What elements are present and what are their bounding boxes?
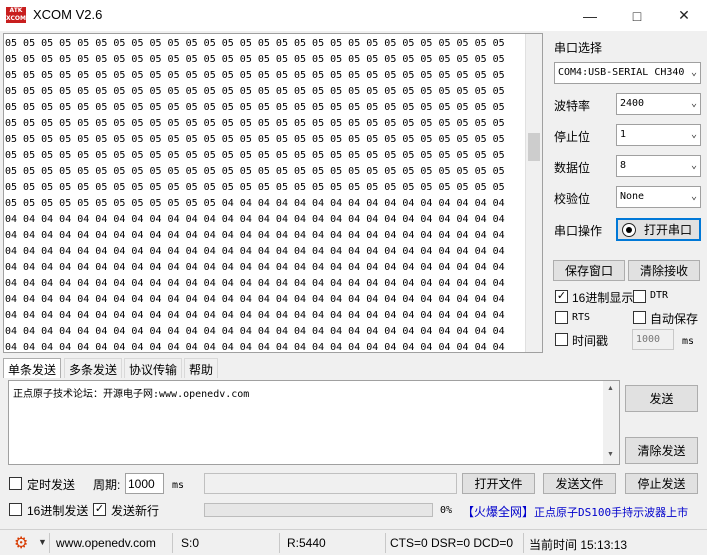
send-newline-label: 发送新行 <box>111 504 160 518</box>
chevron-down-icon: ⌄ <box>690 67 697 78</box>
timestamp-input[interactable]: 1000 <box>632 329 674 350</box>
timed-send-checkbox[interactable] <box>9 477 22 490</box>
scroll-down-icon[interactable]: ▼ <box>607 451 614 458</box>
receive-text: 05 05 05 05 05 05 05 05 05 05 05 05 05 0… <box>5 38 505 353</box>
chevron-down-icon: ⌄ <box>690 129 697 140</box>
open-port-button[interactable]: 打开串口 <box>616 218 701 241</box>
file-path-field[interactable] <box>204 473 457 494</box>
timed-send-label: 定时发送 <box>27 478 76 492</box>
parity-label: 校验位 <box>554 192 591 206</box>
title-bar: ATK XCOM XCOM V2.6 — □ ✕ <box>0 0 707 31</box>
received-count: R:5440 <box>287 536 326 550</box>
clear-send-button[interactable]: 清除发送 <box>625 437 698 464</box>
receive-scroll-thumb[interactable] <box>528 133 540 161</box>
send-text: 正点原子技术论坛：开源电子网:www.openedv.com <box>13 389 250 400</box>
stopbit-label: 停止位 <box>554 130 591 144</box>
send-button[interactable]: 发送 <box>625 385 698 412</box>
period-input[interactable]: 1000 <box>125 473 164 494</box>
chevron-down-icon[interactable]: ▼ <box>38 537 47 547</box>
chevron-down-icon: ⌄ <box>690 98 697 109</box>
hex-display-label: 16进制显示 <box>572 291 634 305</box>
send-newline-checkbox[interactable]: ✓ <box>93 503 106 516</box>
op-label: 串口操作 <box>554 224 603 238</box>
hex-send-label: 16进制发送 <box>27 504 89 518</box>
minimize-button[interactable]: — <box>567 0 613 31</box>
line-status: CTS=0 DSR=0 DCD=0 <box>390 536 514 550</box>
status-bar: ⚙ ▼ www.openedv.com S:0 R:5440 CTS=0 DSR… <box>0 529 707 555</box>
databit-select[interactable]: 8 ⌄ <box>616 155 701 177</box>
stopbit-select[interactable]: 1 ⌄ <box>616 124 701 146</box>
parity-select[interactable]: None ⌄ <box>616 186 701 208</box>
send-progress-bar <box>204 503 433 517</box>
maximize-button[interactable]: □ <box>614 0 660 31</box>
timestamp-checkbox[interactable] <box>555 333 568 346</box>
send-textarea[interactable]: 正点原子技术论坛：开源电子网:www.openedv.com ▲ ▼ <box>8 380 620 465</box>
window-title: XCOM V2.6 <box>33 7 103 22</box>
hex-send-checkbox[interactable] <box>9 503 22 516</box>
current-time: 当前时间 15:13:13 <box>529 538 628 552</box>
clear-receive-button[interactable]: 清除接收 <box>628 260 700 281</box>
stop-send-button[interactable]: 停止发送 <box>625 473 698 494</box>
hex-display-checkbox[interactable]: ✓ <box>555 290 568 303</box>
app-logo-icon: ATK XCOM <box>6 7 26 23</box>
period-label: 周期: <box>93 478 121 492</box>
send-file-button[interactable]: 发送文件 <box>543 473 616 494</box>
open-file-button[interactable]: 打开文件 <box>462 473 535 494</box>
port-status-icon <box>622 222 636 237</box>
tab-single-send[interactable]: 单条发送 <box>3 358 62 378</box>
tab-help[interactable]: 帮助 <box>184 358 219 378</box>
scroll-up-icon[interactable]: ▲ <box>607 385 614 392</box>
dtr-checkbox[interactable] <box>633 290 646 303</box>
timestamp-label: 时间戳 <box>572 334 609 348</box>
rts-checkbox[interactable] <box>555 311 568 324</box>
tab-protocol[interactable]: 协议传输 <box>124 358 183 378</box>
send-progress-label: 0% <box>440 505 453 516</box>
port-select[interactable]: COM4:USB-SERIAL CH340 ⌄ <box>554 62 701 84</box>
ad-link[interactable]: 【火爆全网】正点原子DS100手持示波器上市 <box>462 503 688 520</box>
receive-textarea[interactable]: 05 05 05 05 05 05 05 05 05 05 05 05 05 0… <box>3 33 543 353</box>
rts-label: RTS <box>572 312 591 323</box>
timestamp-unit: ms <box>682 336 695 347</box>
auto-save-checkbox[interactable] <box>633 311 646 324</box>
website-link[interactable]: www.openedv.com <box>56 536 156 550</box>
baud-label: 波特率 <box>554 99 591 113</box>
baud-select[interactable]: 2400 ⌄ <box>616 93 701 115</box>
period-unit: ms <box>172 480 185 491</box>
close-button[interactable]: ✕ <box>661 0 707 31</box>
port-label: 串口选择 <box>554 41 603 55</box>
sent-count: S:0 <box>181 536 200 550</box>
chevron-down-icon: ⌄ <box>690 160 697 171</box>
send-scrollbar[interactable]: ▲ ▼ <box>603 381 619 464</box>
receive-scrollbar[interactable] <box>525 34 542 352</box>
dtr-label: DTR <box>650 290 669 301</box>
chevron-down-icon: ⌄ <box>690 191 697 202</box>
gear-icon[interactable]: ⚙ <box>14 533 28 553</box>
tab-multi-send[interactable]: 多条发送 <box>64 358 123 378</box>
save-window-button[interactable]: 保存窗口 <box>553 260 625 281</box>
auto-save-label: 自动保存 <box>650 312 699 326</box>
databit-label: 数据位 <box>554 161 591 175</box>
